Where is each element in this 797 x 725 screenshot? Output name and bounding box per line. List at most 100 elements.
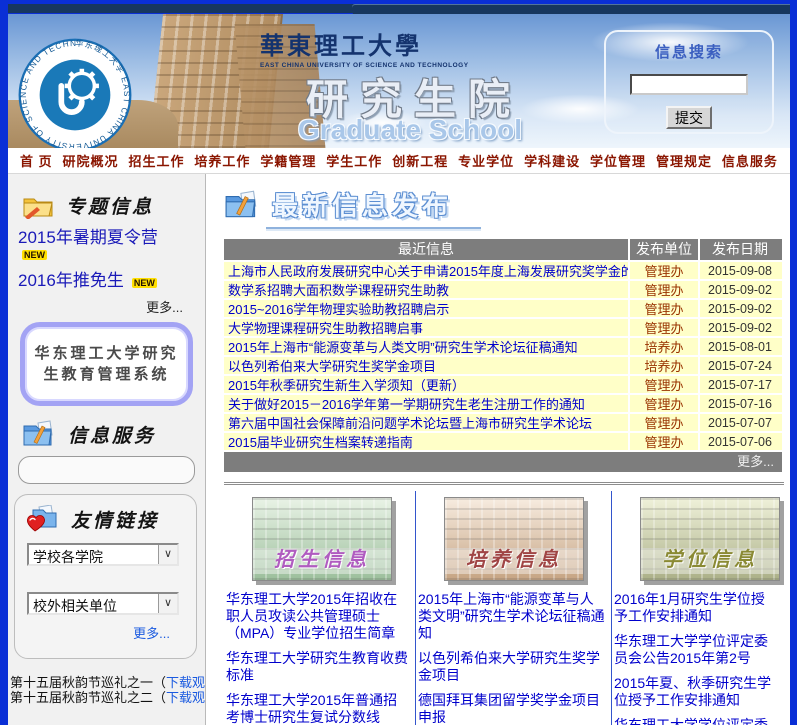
news-title-link[interactable]: 第六届中国社会保障前沿问题学术论坛暨上海市研究生学术论坛 [224,414,628,431]
chevron-down-icon[interactable]: ∨ [158,594,177,613]
folder-yellow-icon [23,198,53,219]
nav-item[interactable]: 首 页 [20,151,53,170]
news-title-link[interactable]: 2015年秋季研究生新生入学须知（更新） [224,376,628,393]
column-link[interactable]: 2016年1月研究生学位授予工作安排通知 [614,591,778,625]
folder-blue-icon [23,420,53,446]
nav-item[interactable]: 信息服务 [722,151,778,170]
info-service-title: 信息服务 [68,425,157,447]
nav-item[interactable]: 招生工作 [128,151,184,170]
nav-item[interactable]: 学籍管理 [260,151,316,170]
news-table-header: 最近信息 发布单位 发布日期 [224,239,782,260]
nav-item[interactable]: 学位管理 [590,151,646,170]
info-columns: 招生信息 华东理工大学2015年招收在职人员攻读公共管理硕士（MPA）专业学位招… [224,491,790,725]
download-item: 第十五届秋韵节巡礼之一（下载观看） [10,675,205,690]
topic-link[interactable]: 2016年推免生 [18,271,124,290]
nav-item[interactable]: 学生工作 [326,151,382,170]
nav-item[interactable]: 培养工作 [194,151,250,170]
external-units-select[interactable]: 校外相关单位 ∨ [27,592,179,615]
nav-item[interactable]: 管理规定 [656,151,712,170]
news-unit: 管理办 [628,300,698,317]
news-table-body: 上海市人民政府发展研究中心关于申请2015年度上海发展研究奖学金的通知 管理办 20… [224,260,782,450]
table-row: 2015~2016学年物理实验助教招聘启示 管理办 2015-09-02 [224,298,782,317]
topics-list: 2015年暑期夏令营 NEW 2016年推免生 NEW [18,223,205,291]
admissions-column: 招生信息 华东理工大学2015年招收在职人员攻读公共管理硕士（MPA）专业学位招… [224,491,416,725]
select-value: 学校各学院 [33,549,103,564]
search-submit-button[interactable]: 提交 [666,106,712,129]
page-body: 专题信息 2015年暑期夏令营 NEW 2016年推免生 NEW 更多... 华东理工… [8,174,790,725]
download-item-text: 第十五届秋韵节巡礼之二（ [10,690,167,705]
news-date: 2015-08-01 [698,338,780,355]
col-header-unit: 发布单位 [628,239,698,260]
col-header-date: 发布日期 [698,239,780,260]
admissions-caption: 招生信息 [274,549,370,571]
news-title-link[interactable]: 2015届毕业研究生档案转递指南 [224,433,628,450]
table-row: 关于做好2015－2016学年第一学期研究生老生注册工作的通知 管理办 2015-0… [224,393,782,412]
news-title-link[interactable]: 以色列希伯来大学研究生奖学金项目 [224,357,628,374]
admissions-banner-image: 招生信息 [252,497,392,581]
news-title-link[interactable]: 2015~2016学年物理实验助教招聘启示 [224,300,628,317]
column-link[interactable]: 华东理工大学学位评定委员会公告2015年第1号 [614,717,778,725]
column-link[interactable]: 华东理工大学2015年普通招考博士研究生复试分数线 [226,692,409,725]
news-unit: 培养办 [628,357,698,374]
topics-header: 专题信息 [22,192,205,219]
news-date: 2015-09-02 [698,300,780,317]
news-title-link[interactable]: 2015年上海市“能源变革与人类文明”研究生学术论坛征稿通知 [224,338,628,355]
topic-item: 2015年暑期夏令营 NEW [18,223,205,260]
info-service-box [18,456,195,484]
main-nav: 首 页研院概况 招生工作 培养工作 学籍管理 学生工作 创新工程 专业学位 学科建设 学位管理管… [8,148,790,174]
page-frame: 华东理工大学 EAST CHINA UNIVERSITY OF SCIENCE … [8,0,790,725]
table-row: 第六届中国社会保障前沿问题学术论坛暨上海市研究生学术论坛 管理办 2015-07-0… [224,412,782,431]
mgmt-system-link[interactable]: 华东理工大学研究生教育管理系统 [20,322,193,406]
news-title-link[interactable]: 数学系招聘大面积数学课程研究生助教 [224,281,628,298]
university-name-cn: 華東理工大學 [260,34,422,60]
friend-links-more-link[interactable]: 更多... [19,623,170,642]
heart-folder-icon [27,505,57,532]
column-link[interactable]: 华东理工大学2015年招收在职人员攻读公共管理硕士（MPA）专业学位招生简章 [226,591,409,642]
training-column: 培养信息 2015年上海市“能源变革与人类文明”研究生学术论坛征稿通知 以色列希伯… [416,491,612,725]
table-row: 以色列希伯来大学研究生奖学金项目 培养办 2015-07-24 [224,355,782,374]
column-link[interactable]: 2015年夏、秋季研究生学位授予工作安排通知 [614,675,778,709]
nav-item[interactable]: 创新工程 [392,151,448,170]
nav-item[interactable]: 学科建设 [524,151,580,170]
topics-more-link[interactable]: 更多... [8,297,183,316]
friend-links-header: 友情链接 [25,505,192,533]
chevron-down-icon[interactable]: ∨ [158,545,177,564]
download-watch-link[interactable]: 下载观看 [166,690,205,705]
news-date: 2015-09-08 [698,262,780,279]
university-title-block: 華東理工大學 EAST CHINA UNIVERSITY OF SCIENCE … [260,26,469,69]
topic-link[interactable]: 2015年暑期夏令营 [18,228,158,247]
degree-banner-image: 学位信息 [640,497,780,581]
news-date: 2015-09-02 [698,319,780,336]
downloads-list: 第十五届秋韵节巡礼之一（下载观看）第十五届秋韵节巡礼之二（下载观看） [10,675,205,705]
select-value: 校外相关单位 [33,598,117,613]
column-link[interactable]: 华东理工大学学位评定委员会公告2015年第2号 [614,633,778,667]
news-title-link[interactable]: 大学物理课程研究生助教招聘启事 [224,319,628,336]
news-more-link[interactable]: 更多... [224,452,782,472]
column-link[interactable]: 德国拜耳集团留学奖学金项目申报 [418,692,605,725]
header-banner: 华东理工大学 EAST CHINA UNIVERSITY OF SCIENCE … [8,14,790,148]
folder-blue-icon [225,190,257,217]
news-title-link[interactable]: 关于做好2015－2016学年第一学期研究生老生注册工作的通知 [224,395,628,412]
news-unit: 管理办 [628,433,698,450]
search-panel: 信息搜索 提交 [604,30,774,134]
news-date: 2015-07-06 [698,433,780,450]
news-title-link[interactable]: 上海市人民政府发展研究中心关于申请2015年度上海发展研究奖学金的通知 [224,262,628,279]
search-input[interactable] [630,74,748,95]
info-service-header: 信息服务 [22,420,205,448]
download-watch-link[interactable]: 下载观看 [166,675,205,690]
column-link[interactable]: 以色列希伯来大学研究生奖学金项目 [418,650,605,684]
column-link[interactable]: 2015年上海市“能源变革与人类文明”研究生学术论坛征稿通知 [418,591,605,642]
nav-item[interactable]: 研院概况 [63,151,119,170]
degree-caption: 学位信息 [662,549,758,571]
col-header-title: 最近信息 [398,241,454,257]
latest-news-title: 最新信息发布 [272,191,453,221]
column-link[interactable]: 华东理工大学研究生教育收费标准 [226,650,409,684]
sidebar: 专题信息 2015年暑期夏令营 NEW 2016年推免生 NEW 更多... 华东理工… [8,174,206,725]
school-colleges-select[interactable]: 学校各学院 ∨ [27,543,179,566]
topics-title: 专题信息 [66,197,155,218]
nav-item[interactable]: 专业学位 [458,151,514,170]
news-table: 最近信息 发布单位 发布日期 上海市人民政府发展研究中心关于申请2015年度上海… [224,239,782,472]
friend-links-title: 友情链接 [71,510,160,532]
university-logo: 华东理工大学 EAST CHINA UNIVERSITY OF SCIENCE … [18,38,132,148]
download-item-text: 第十五届秋韵节巡礼之一（ [10,675,167,690]
